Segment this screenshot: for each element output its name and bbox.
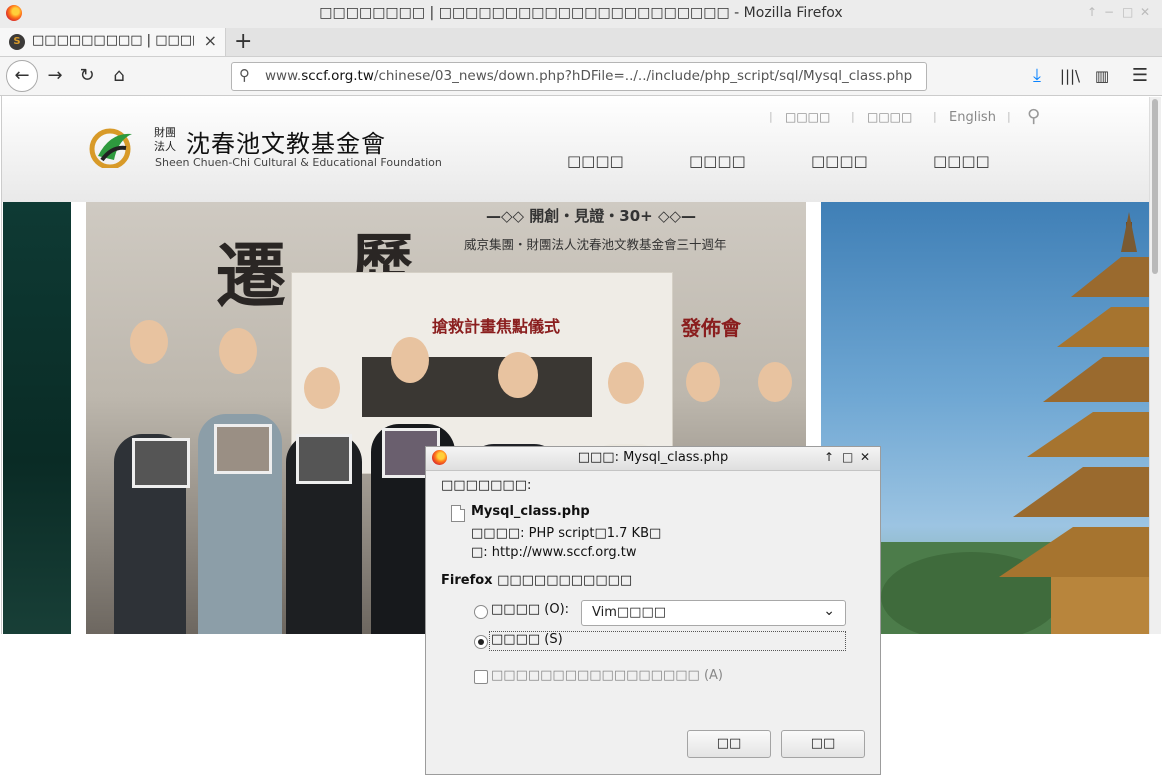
dialog-close-icon[interactable]: ✕: [860, 450, 870, 464]
dialog-question: Firefox □□□□□□□□□□□: [441, 573, 633, 588]
downloads-icon[interactable]: ⤓: [1022, 61, 1052, 91]
site-search-icon[interactable]: ⚲: [1027, 106, 1040, 127]
remember-choice-label[interactable]: □□□□□□□□□□□□□□□□□ (A): [491, 668, 723, 683]
new-tab-button[interactable]: +: [234, 29, 252, 54]
tab-close-icon[interactable]: ×: [204, 31, 217, 50]
tab-label: □□□□□□□□□ | □□□□: [32, 33, 194, 48]
dialog-titlebar[interactable]: □□□: Mysql_class.php ↑ □ ✕: [426, 447, 880, 471]
separator: |: [769, 110, 773, 123]
file-source: □: http://www.sccf.org.tw: [471, 545, 637, 560]
main-nav-item-3[interactable]: □□□□: [811, 152, 868, 170]
separator: |: [1007, 110, 1011, 123]
page-scrollbar[interactable]: [1149, 97, 1161, 634]
cancel-button[interactable]: □□: [781, 730, 865, 758]
reload-button[interactable]: ↻: [72, 61, 102, 91]
historic-photo: [214, 424, 272, 474]
ok-button[interactable]: □□: [687, 730, 771, 758]
save-file-label[interactable]: □□□□ (S): [491, 632, 563, 647]
open-with-label[interactable]: □□□□ (O):: [491, 602, 569, 617]
site-favicon-icon: S: [9, 34, 25, 50]
main-nav-item-1[interactable]: □□□□: [567, 152, 624, 170]
banner-calligraphy-1: 遷: [216, 234, 286, 317]
separator: |: [933, 110, 937, 123]
dialog-maximize-icon[interactable]: □: [842, 450, 853, 464]
chevron-down-icon: ⌄: [823, 603, 835, 619]
back-button[interactable]: ←: [6, 60, 38, 92]
dialog-title: □□□: Mysql_class.php: [577, 450, 729, 465]
person-head: [758, 362, 792, 402]
window-minimize-icon[interactable]: −: [1104, 5, 1114, 19]
person-head: [304, 367, 340, 409]
historic-photo: [132, 438, 190, 488]
dialog-maximize-up-icon[interactable]: ↑: [824, 450, 834, 464]
main-nav-item-4[interactable]: □□□□: [933, 152, 990, 170]
tab-active[interactable]: S □□□□□□□□□ | □□□□ ×: [0, 28, 226, 56]
logo-type-label: 財團 法人: [154, 126, 176, 153]
tab-strip: S □□□□□□□□□ | □□□□ × +: [0, 28, 1162, 57]
foundation-logo-icon[interactable]: [88, 126, 138, 168]
navigation-toolbar: ← → ↻ ⌂ ⚲ www.sccf.org.tw/chinese/03_new…: [0, 57, 1162, 96]
file-type: □□□□: PHP script□1.7 KB□: [471, 526, 662, 541]
window-title: □□□□□□□□ | □□□□□□□□□□□□□□□□□□□□□□ - Mozi…: [319, 5, 843, 21]
top-link-english[interactable]: English: [949, 110, 996, 125]
library-icon[interactable]: |||\: [1055, 61, 1085, 91]
window-maximize-up-icon[interactable]: ↑: [1087, 5, 1097, 19]
person-head: [608, 362, 644, 404]
search-icon: ⚲: [239, 66, 250, 84]
person-head: [130, 320, 168, 364]
scrollbar-thumb[interactable]: [1152, 99, 1158, 274]
banner-slide-prev[interactable]: [3, 202, 71, 634]
dialog-intro: □□□□□□□:: [441, 478, 532, 493]
window-close-icon[interactable]: ✕: [1140, 5, 1150, 19]
main-nav-item-2[interactable]: □□□□: [689, 152, 746, 170]
logo-name[interactable]: 沈春池文教基金會: [186, 124, 386, 159]
banner-event-right: 發佈會: [681, 316, 741, 340]
separator: |: [851, 110, 855, 123]
person-head: [219, 328, 257, 374]
open-with-app-value: Vim□□□□: [592, 605, 667, 620]
forward-button[interactable]: →: [40, 61, 70, 91]
sidebar-icon[interactable]: ▥: [1087, 61, 1117, 91]
banner-event-title: 搶救計畫焦點儀式: [432, 317, 561, 336]
window-maximize-icon[interactable]: □: [1122, 5, 1133, 19]
open-with-app-select[interactable]: Vim□□□□ ⌄: [581, 600, 846, 626]
home-button[interactable]: ⌂: [104, 61, 134, 91]
save-file-radio[interactable]: [474, 635, 488, 649]
file-icon: [451, 505, 465, 522]
file-name: Mysql_class.php: [471, 504, 590, 519]
remember-choice-checkbox[interactable]: [474, 670, 488, 684]
menu-icon[interactable]: ☰: [1125, 61, 1155, 91]
open-with-radio[interactable]: [474, 605, 488, 619]
person-head: [391, 337, 429, 383]
historic-photo: [296, 434, 352, 484]
person-head: [686, 362, 720, 402]
banner-subline: 威京集團・財團法人沈春池文教基金會三十週年: [464, 237, 727, 252]
banner-headline: —◇◇ 開創・見證・30+ ◇◇—: [486, 207, 697, 225]
url-text[interactable]: www.sccf.org.tw/chinese/03_news/down.php…: [265, 68, 912, 84]
download-dialog: □□□: Mysql_class.php ↑ □ ✕ □□□□□□□: Mysq…: [425, 446, 881, 775]
window-titlebar: □□□□□□□□ | □□□□□□□□□□□□□□□□□□□□□□ - Mozi…: [0, 0, 1162, 29]
logo-english-name: Sheen Chuen-Chi Cultural & Educational F…: [155, 156, 442, 169]
url-bar[interactable]: ⚲ www.sccf.org.tw/chinese/03_news/down.p…: [231, 62, 927, 91]
top-link-2[interactable]: □□□□: [867, 110, 912, 124]
person-head: [498, 352, 538, 398]
top-link-1[interactable]: □□□□: [785, 110, 830, 124]
